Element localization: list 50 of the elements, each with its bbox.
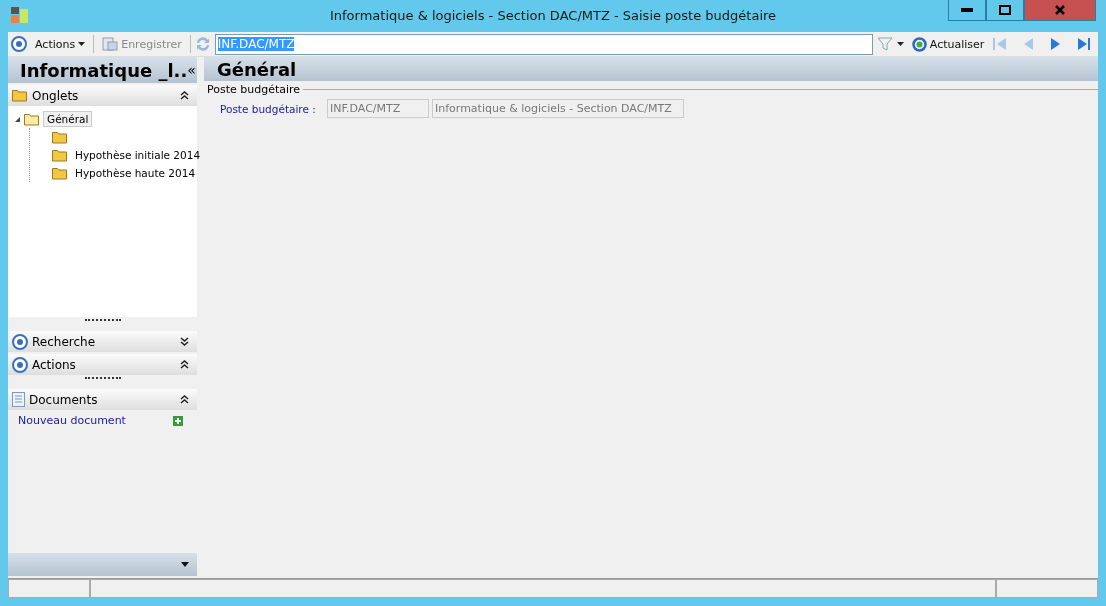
expander-icon[interactable] xyxy=(14,115,21,123)
refresh-icon xyxy=(911,36,927,52)
minimize-icon xyxy=(961,8,973,12)
group-legend: Poste budgétaire xyxy=(207,83,301,96)
collapse-icon[interactable] xyxy=(180,394,189,404)
maximize-icon xyxy=(999,5,1011,15)
tree-item[interactable]: Hypothèse initiale 2014 xyxy=(71,147,205,163)
name-field[interactable]: Informatique & logiciels - Section DAC/MTZ xyxy=(432,99,684,118)
section-header[interactable]: Recherche xyxy=(8,331,197,352)
section-header[interactable]: Actions xyxy=(8,354,197,375)
actions-menu-button[interactable]: Actions xyxy=(31,33,90,55)
add-icon[interactable] xyxy=(173,415,183,426)
section-header[interactable]: Documents xyxy=(8,389,197,410)
last-record-icon[interactable] xyxy=(1076,37,1093,51)
section-header[interactable]: Onglets xyxy=(8,85,197,106)
code-field[interactable]: INF.DAC/MTZ xyxy=(327,99,429,118)
window-title: Informatique & logiciels - Section DAC/MTZ - Saisie poste budgétaire xyxy=(329,8,777,23)
section-title: Documents xyxy=(29,392,99,407)
target-icon xyxy=(12,356,28,373)
close-button[interactable] xyxy=(1024,0,1096,21)
folder-icon xyxy=(12,89,28,102)
tree-item[interactable]: Général xyxy=(43,111,93,127)
collapse-icon[interactable] xyxy=(180,90,189,100)
close-icon xyxy=(1055,5,1065,15)
document-icon xyxy=(12,392,25,407)
app-logo-icon xyxy=(10,6,28,24)
folder-icon xyxy=(52,166,68,180)
section-title: Actions xyxy=(32,357,77,372)
main-title: Général xyxy=(217,58,297,80)
maximize-button[interactable] xyxy=(986,0,1024,21)
target-icon xyxy=(11,36,27,52)
dropdown-icon[interactable] xyxy=(896,42,904,46)
collapse-icon[interactable] xyxy=(180,359,189,369)
tree-item[interactable]: Hypothèse haute 2014 xyxy=(71,165,200,181)
refresh-button[interactable]: Actualiser xyxy=(907,33,989,55)
field-label: Poste budgétaire : xyxy=(220,102,317,115)
save-icon xyxy=(102,37,119,51)
section-title: Recherche xyxy=(32,334,97,349)
folder-icon xyxy=(52,130,68,144)
folder-icon xyxy=(24,112,40,126)
new-document-link[interactable]: Nouveau document xyxy=(18,414,126,427)
minimize-button[interactable] xyxy=(948,0,986,21)
section-title: Onglets xyxy=(32,88,80,103)
caret-icon xyxy=(78,42,86,46)
collapse-sidebar-button[interactable]: « xyxy=(187,62,196,78)
folder-icon xyxy=(52,148,68,162)
dropdown-icon[interactable] xyxy=(181,562,189,567)
target-icon xyxy=(12,333,28,350)
sidebar-title: Informatique _l.. xyxy=(20,59,188,81)
expand-icon[interactable] xyxy=(180,336,189,346)
